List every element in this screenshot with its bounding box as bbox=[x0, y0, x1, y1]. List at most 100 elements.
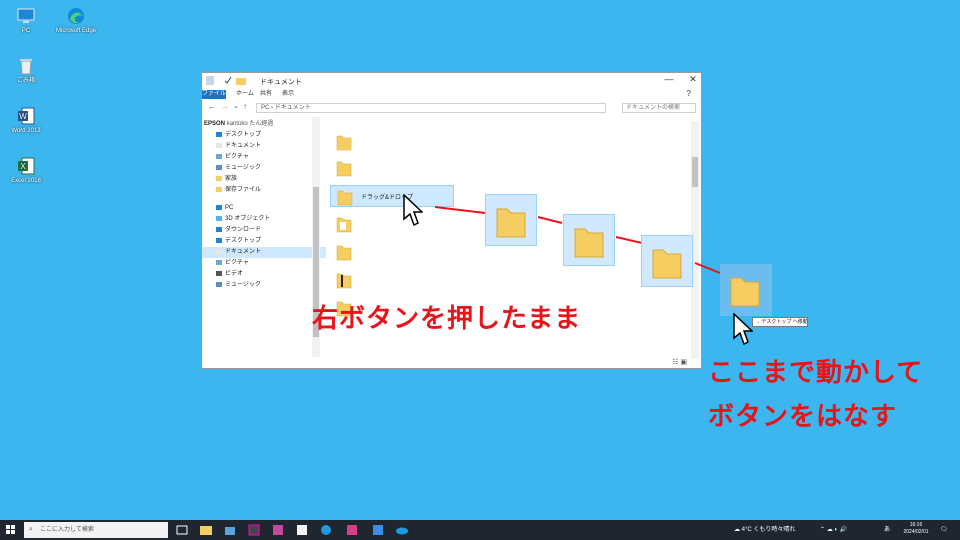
clock[interactable]: 16:16 2024/02/01 bbox=[900, 522, 932, 536]
desktop-icon-recycle-bin[interactable]: ごみ箱 bbox=[2, 56, 50, 85]
notification-icon[interactable]: 🗨 bbox=[940, 520, 948, 540]
nav-item-documents[interactable]: ドキュメント bbox=[216, 141, 261, 152]
desktop-icon-word[interactable]: W Word 2013 bbox=[2, 106, 50, 135]
folder-icon[interactable] bbox=[336, 243, 352, 261]
nav-item-pc-music[interactable]: ミュージック bbox=[216, 280, 261, 291]
video-icon bbox=[216, 270, 222, 276]
breadcrumb-documents[interactable]: ドキュメント bbox=[275, 105, 311, 111]
nav-item-pc-desktop[interactable]: デスクトップ bbox=[216, 236, 261, 247]
nav-item-saved[interactable]: 保存ファイル bbox=[216, 185, 261, 196]
back-icon[interactable]: ← bbox=[208, 102, 216, 111]
taskbar: ⌕ ここに入力して検索 ☁ 4°C くもり時々晴れ ⌃ ☁ ◐ 🔊 あ 16:1… bbox=[0, 520, 960, 540]
breadcrumb-pc[interactable]: PC bbox=[261, 105, 269, 111]
annotation-step1: 右ボタンを押したまま bbox=[312, 303, 582, 333]
folder-icon[interactable] bbox=[336, 133, 352, 151]
app-icon[interactable] bbox=[372, 524, 384, 536]
onedrive-icon[interactable] bbox=[396, 524, 408, 536]
help-icon[interactable]: ? bbox=[687, 89, 691, 98]
desktop-icon-edge[interactable]: Microsoft Edge bbox=[52, 6, 100, 35]
nav-epson[interactable]: EPSON kantoko たん経過 bbox=[204, 119, 273, 130]
recycle-bin-icon bbox=[20, 59, 32, 75]
word-icon: W bbox=[18, 107, 35, 125]
computer-icon bbox=[17, 8, 35, 23]
edge-icon[interactable] bbox=[320, 524, 332, 536]
close-button[interactable]: ✕ bbox=[686, 74, 700, 86]
app-icon[interactable] bbox=[296, 524, 308, 536]
desktop-icon-pc[interactable]: PC bbox=[2, 6, 50, 35]
document-icon bbox=[216, 142, 222, 148]
folder-icon bbox=[216, 175, 222, 181]
annotation-step2: ここまで動かして bbox=[708, 357, 924, 387]
nav-item-downloads[interactable]: ダウンロード bbox=[216, 225, 261, 236]
minimize-button[interactable]: — bbox=[662, 74, 676, 86]
search-icon: ⌕ bbox=[29, 526, 33, 533]
store-icon[interactable] bbox=[224, 524, 236, 536]
nav-item-pc[interactable]: PC bbox=[216, 203, 233, 214]
task-view-icon[interactable] bbox=[176, 524, 188, 536]
desktop-icon bbox=[216, 131, 222, 137]
up-icon[interactable]: ↑ bbox=[243, 102, 247, 111]
dragging-folder-4 bbox=[720, 264, 772, 316]
picture-icon bbox=[216, 153, 222, 159]
tab-share[interactable]: 共有 bbox=[256, 90, 276, 99]
address-row: ← → ⌄ ↑ PC › ドキュメント ドキュメントの検索 bbox=[202, 101, 701, 115]
nav-item-music[interactable]: ミュージック bbox=[216, 163, 261, 174]
app-icon[interactable] bbox=[248, 524, 260, 536]
dragging-folder-2 bbox=[563, 214, 615, 266]
folder-icon bbox=[337, 190, 353, 206]
folder-icon[interactable] bbox=[336, 215, 352, 233]
nav-item-pc-videos[interactable]: ビデオ bbox=[216, 269, 243, 280]
search-input[interactable]: ドキュメントの検索 bbox=[622, 103, 696, 113]
app-icon[interactable] bbox=[346, 524, 358, 536]
forward-icon[interactable]: → bbox=[221, 102, 229, 111]
nav-item-pc-pictures[interactable]: ピクチャ bbox=[216, 258, 249, 269]
checkmark-icon[interactable] bbox=[224, 76, 232, 85]
title-bar[interactable]: ドキュメント — ✕ bbox=[202, 73, 701, 89]
computer-icon bbox=[216, 204, 222, 210]
cloud-icon: ☁ bbox=[734, 527, 740, 533]
folder-icon bbox=[730, 277, 760, 307]
music-icon bbox=[216, 164, 222, 170]
taskbar-search-input[interactable]: ⌕ ここに入力して検索 bbox=[24, 522, 168, 538]
tray-icons[interactable]: ⌃ ☁ ◐ 🔊 bbox=[820, 520, 847, 540]
dragging-folder-3 bbox=[641, 235, 693, 287]
address-bar[interactable]: PC › ドキュメント bbox=[256, 103, 606, 113]
drag-tooltip: → デスクトップ へ移動 bbox=[752, 317, 808, 327]
quick-access-icon[interactable] bbox=[206, 76, 214, 85]
music-icon bbox=[216, 281, 222, 287]
nav-item-3d-objects[interactable]: 3D オブジェクト bbox=[216, 214, 270, 225]
content-scroll-thumb[interactable] bbox=[692, 157, 698, 187]
cube-icon bbox=[216, 215, 222, 221]
nav-item-family[interactable]: 家族 bbox=[216, 174, 237, 185]
folder-icon[interactable] bbox=[336, 271, 352, 289]
folder-icon[interactable] bbox=[336, 159, 352, 177]
svg-text:W: W bbox=[19, 112, 27, 121]
nav-item-pc-documents[interactable]: ドキュメント bbox=[202, 247, 326, 258]
details-view-icon[interactable]: ☷ ▣ bbox=[672, 358, 687, 366]
nav-item-pictures[interactable]: ピクチャ bbox=[216, 152, 249, 163]
edge-icon bbox=[68, 8, 84, 24]
folder-icon bbox=[574, 228, 604, 258]
tab-view[interactable]: 表示 bbox=[278, 90, 298, 99]
mouse-cursor-icon bbox=[403, 194, 423, 227]
tab-file[interactable]: ファイル bbox=[202, 90, 226, 99]
explorer-taskbar-icon[interactable] bbox=[200, 524, 212, 536]
nav-item-desktop[interactable]: デスクトップ bbox=[216, 130, 261, 141]
folder-icon bbox=[496, 208, 526, 238]
picture-icon bbox=[216, 259, 222, 265]
folder-small-icon bbox=[236, 78, 246, 85]
window-title: ドキュメント bbox=[260, 79, 302, 86]
desktop-icon bbox=[216, 237, 222, 243]
desktop-icon-excel[interactable]: X Excel 2016 bbox=[2, 156, 50, 185]
dragging-folder-1 bbox=[485, 194, 537, 246]
chevron-down-icon[interactable]: ⌄ bbox=[233, 102, 239, 110]
download-icon bbox=[216, 226, 222, 232]
folder-icon bbox=[216, 186, 222, 192]
mouse-cursor-icon bbox=[733, 313, 753, 346]
svg-text:X: X bbox=[20, 162, 26, 171]
weather-widget[interactable]: ☁ 4°C くもり時々晴れ bbox=[734, 520, 795, 540]
app-icon[interactable] bbox=[272, 524, 284, 536]
tab-home[interactable]: ホーム bbox=[232, 90, 258, 99]
ime-indicator[interactable]: あ bbox=[884, 520, 890, 540]
start-windows-icon[interactable] bbox=[6, 525, 16, 535]
